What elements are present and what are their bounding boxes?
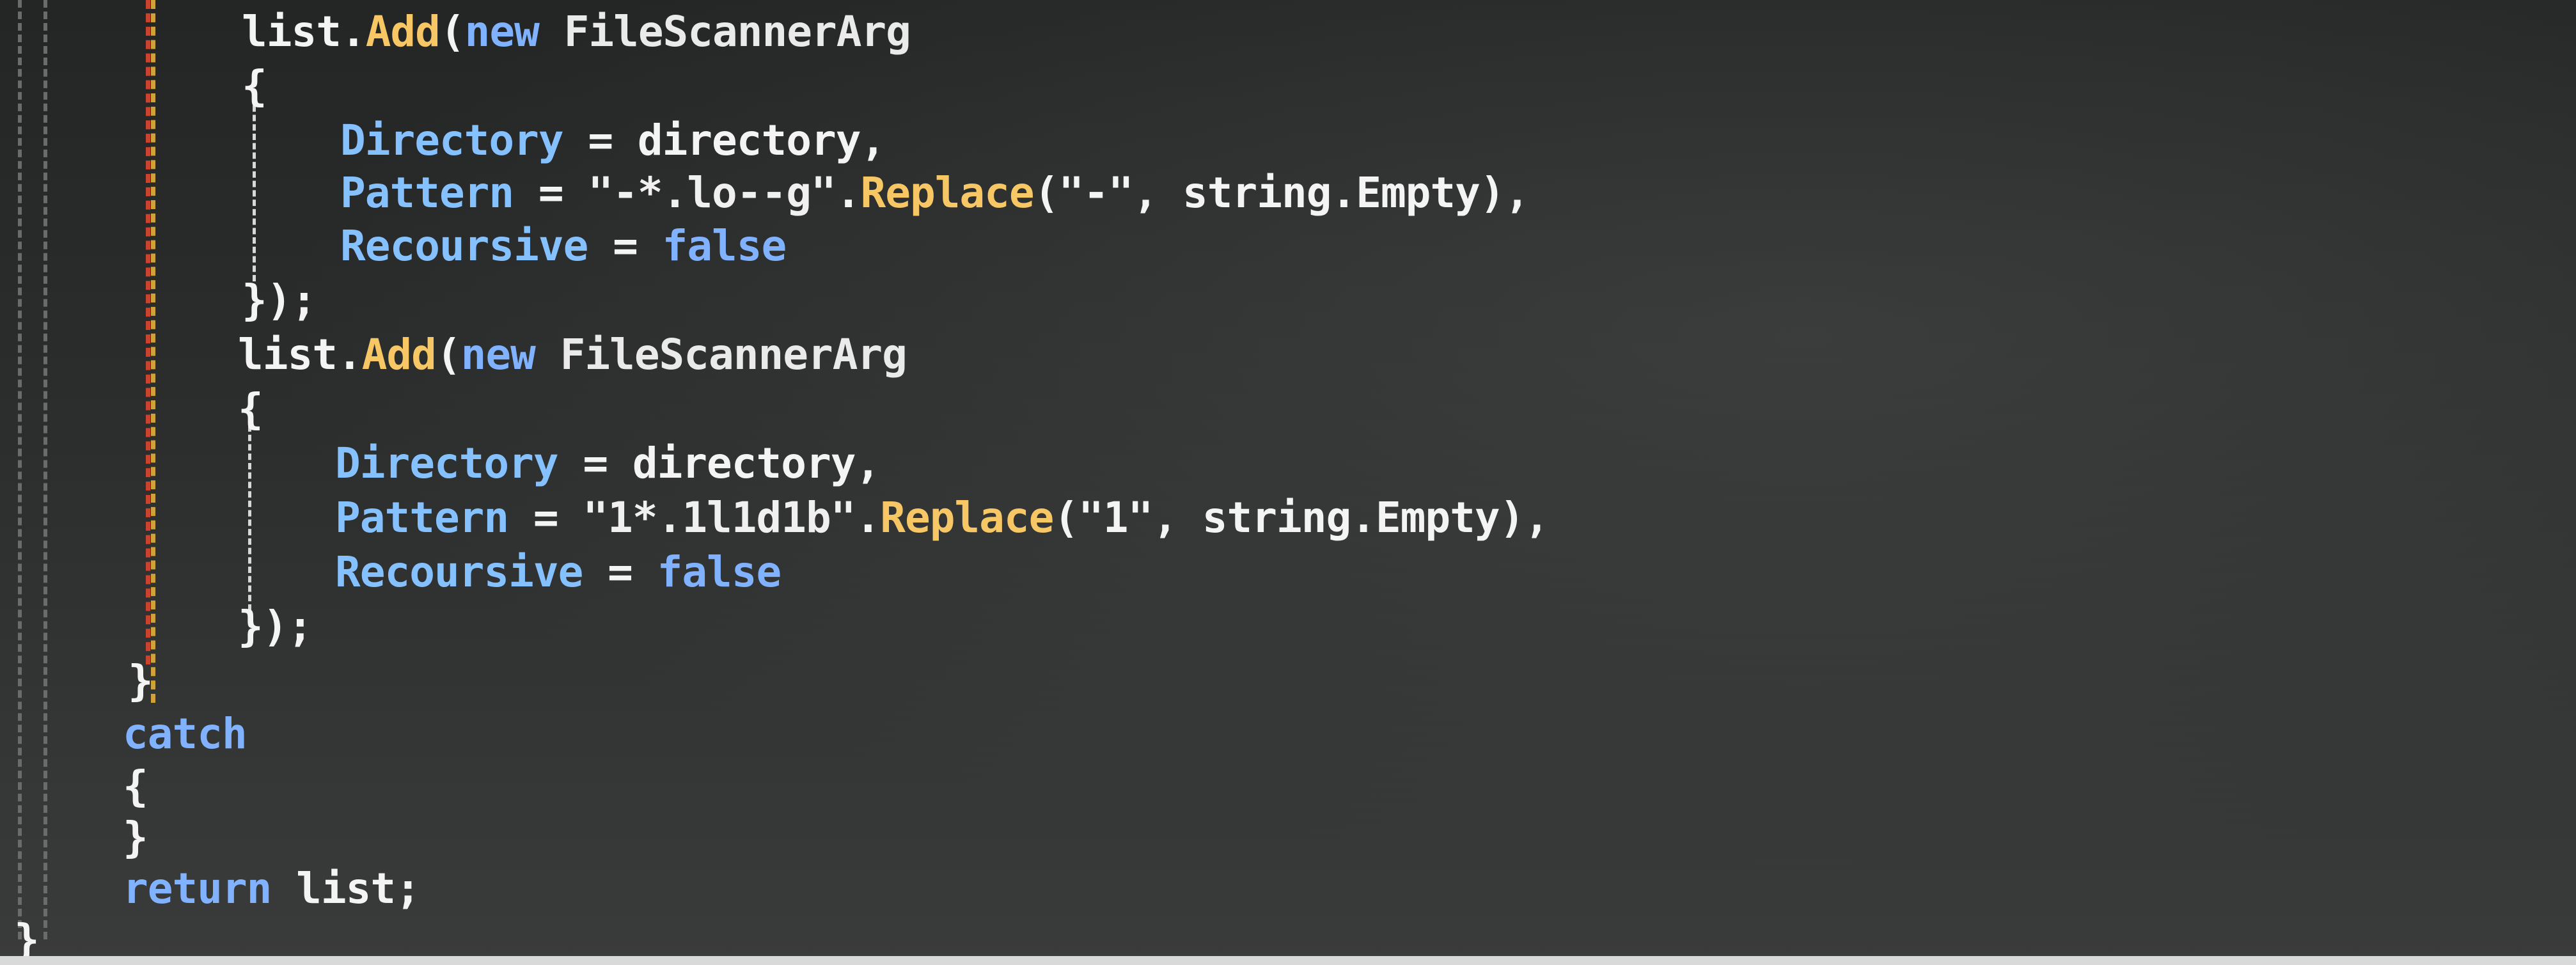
code-line[interactable]: { (238, 384, 263, 435)
code-token-prop: Pattern (335, 493, 509, 542)
gutter-guide-outer (18, 0, 22, 939)
code-token-plain: = (583, 547, 657, 597)
gutter-guide-inner (43, 0, 47, 939)
block-guide-2 (248, 425, 251, 611)
code-token-str: "-*.lo--g" (588, 168, 836, 217)
scope-guide-red (146, 0, 150, 664)
code-line[interactable]: Directory = directory, (340, 115, 886, 166)
code-token-punc: }); (242, 276, 317, 325)
code-token-method: Replace (880, 493, 1054, 542)
scope-guide-gold (151, 0, 155, 703)
code-token-prop: Directory (340, 116, 564, 165)
code-token-punc: { (238, 384, 263, 434)
code-token-plain: list. (242, 7, 366, 56)
code-token-punc: ( (439, 7, 466, 56)
code-token-plain: list; (271, 864, 421, 913)
code-token-kw: return (123, 864, 272, 913)
code-token-plain: ("1", string. (1053, 493, 1376, 542)
code-line[interactable]: return list; (123, 863, 421, 914)
code-line[interactable]: Pattern = "1*.1l1d1b".Replace("1", strin… (335, 492, 1550, 544)
code-token-type: FileScannerArg (538, 7, 911, 56)
code-token-type: FileScannerArg (535, 330, 907, 379)
code-token-plain: ("-", string. (1033, 168, 1357, 217)
code-token-plain: = (514, 168, 588, 217)
code-token-str: "1*.1l1d1b" (583, 493, 856, 542)
code-line[interactable]: }); (242, 275, 317, 326)
code-token-punc: { (242, 61, 267, 111)
code-token-kw: catch (123, 709, 247, 758)
code-token-plain: = directory, (563, 116, 886, 165)
code-line[interactable]: { (242, 61, 267, 112)
code-token-method: Add (365, 7, 441, 56)
code-token-method: Add (361, 330, 437, 379)
code-line[interactable]: } (123, 812, 148, 863)
code-line[interactable]: catch (123, 709, 247, 760)
code-line[interactable]: }); (238, 601, 313, 652)
code-token-prop: Recoursive (340, 221, 588, 271)
code-line[interactable]: list.Add(new FileScannerArg (242, 6, 911, 58)
code-token-kw: false (662, 221, 787, 271)
code-token-plain: Empty (1375, 493, 1500, 542)
window-bottom-border (0, 956, 2576, 965)
code-token-plain: ), (1499, 493, 1550, 542)
code-token-prop: Recoursive (335, 547, 583, 597)
code-token-plain: ), (1479, 168, 1530, 217)
code-token-plain: . (855, 493, 881, 542)
code-token-kw: new (464, 7, 540, 56)
code-token-punc: } (128, 656, 153, 705)
code-line[interactable]: Pattern = "-*.lo--g".Replace("-", string… (340, 168, 1530, 219)
code-token-kw: new (460, 330, 536, 379)
code-token-plain: = (508, 493, 583, 542)
code-editor[interactable]: list.Add(new FileScannerArg{Directory = … (0, 0, 2576, 965)
code-token-prop: Directory (335, 439, 559, 488)
code-token-prop: Pattern (340, 168, 514, 217)
code-token-plain: . (835, 168, 861, 217)
code-token-punc: } (123, 813, 148, 862)
code-token-punc: { (123, 762, 148, 811)
code-token-method: Replace (860, 168, 1034, 217)
code-line[interactable]: Recoursive = false (340, 221, 787, 272)
code-token-kw: false (657, 547, 782, 597)
code-token-plain: list. (238, 330, 363, 379)
code-line[interactable]: } (128, 655, 153, 707)
code-line[interactable]: Recoursive = false (335, 547, 781, 598)
code-line[interactable]: list.Add(new FileScannerArg (238, 329, 907, 381)
code-token-plain: Empty (1356, 168, 1480, 217)
code-token-plain: = (588, 221, 663, 271)
code-line[interactable]: Directory = directory, (335, 438, 881, 489)
code-token-plain: = directory, (558, 439, 881, 488)
code-token-punc: }); (238, 602, 313, 651)
code-line[interactable]: { (123, 761, 148, 812)
code-token-punc: ( (436, 330, 462, 379)
block-guide-1 (253, 96, 256, 281)
